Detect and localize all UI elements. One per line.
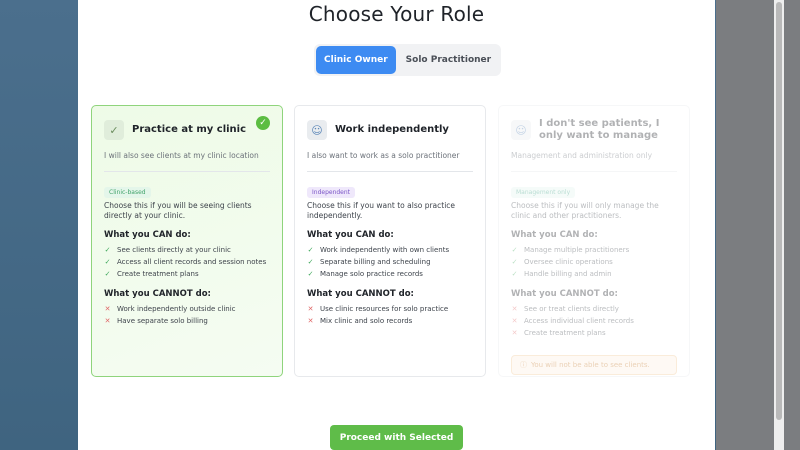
role-modal: Choose Your Role Clinic Owner Solo Pract… <box>78 0 715 450</box>
role-card-management-only: ☺ I don't see patients, I only want to m… <box>498 105 690 377</box>
card-description: I will also see clients at my clinic loc… <box>104 151 259 160</box>
proceed-button[interactable]: Proceed with Selected <box>330 425 463 450</box>
cannot-item: ✕ Work independently outside clinic <box>104 305 236 313</box>
cannot-item: ✕ Access individual client records <box>511 317 634 325</box>
check-mark-icon: ✓ <box>511 270 518 278</box>
check-icon: ✓ <box>104 120 124 140</box>
can-title: What you CAN do: <box>307 230 394 240</box>
cannot-title: What you CANNOT do: <box>104 289 211 299</box>
can-item: ✓ See clients directly at your clinic <box>104 246 231 254</box>
toggle-solo-practitioner[interactable]: Solo Practitioner <box>398 46 499 74</box>
check-mark-icon: ✓ <box>307 246 314 254</box>
can-title: What you CAN do: <box>511 230 598 240</box>
x-mark-icon: ✕ <box>307 317 314 325</box>
cannot-title: What you CANNOT do: <box>511 289 618 299</box>
can-item: ✓ Create treatment plans <box>104 270 199 278</box>
role-toggle: Clinic Owner Solo Practitioner <box>314 44 502 76</box>
can-item: ✓ Oversee clinic operations <box>511 258 613 266</box>
cannot-title: What you CANNOT do: <box>307 289 414 299</box>
cannot-item: ✕ Mix clinic and solo records <box>307 317 413 325</box>
can-item: ✓ Access all client records and session n… <box>104 258 267 266</box>
user-icon: ☺ <box>307 120 327 140</box>
check-mark-icon: ✓ <box>307 270 314 278</box>
role-card-practice-at-clinic[interactable]: ✓ ✓ Practice at my clinic I will also se… <box>91 105 283 377</box>
can-item: ✓ Work independently with own clients <box>307 246 450 254</box>
check-mark-icon: ✓ <box>104 270 111 278</box>
users-icon: ☺ <box>511 120 531 140</box>
backdrop-right <box>716 0 800 450</box>
check-mark-icon: ✓ <box>511 246 518 254</box>
card-choose-text: Choose this if you will be seeing client… <box>104 201 252 220</box>
status-badge: Independent <box>307 187 356 198</box>
warning-banner: ⓘ You will not be able to see clients. <box>511 355 677 375</box>
card-title: I don't see patients, I only want to man… <box>539 118 660 141</box>
check-mark-icon: ✓ <box>104 258 111 266</box>
card-title: Practice at my clinic <box>132 124 247 135</box>
scrollbar[interactable] <box>774 0 784 450</box>
warning-text: You will not be able to see clients. <box>531 361 650 369</box>
x-mark-icon: ✕ <box>104 317 111 325</box>
divider <box>307 171 473 172</box>
x-mark-icon: ✕ <box>104 305 111 313</box>
card-choose-text: Choose this if you want to also practice… <box>307 201 456 220</box>
cannot-item: ✕ See or treat clients directly <box>511 305 619 313</box>
page-title: Choose Your Role <box>308 2 485 26</box>
status-badge: Clinic-based <box>104 187 151 198</box>
card-title: Work independently <box>335 124 449 135</box>
divider <box>511 171 677 172</box>
x-mark-icon: ✕ <box>511 317 518 325</box>
card-description: Management and administration only <box>511 151 653 160</box>
cannot-item: ✕ Have separate solo billing <box>104 317 208 325</box>
check-mark-icon: ✓ <box>104 246 111 254</box>
card-choose-text: Choose this if you will only manage the … <box>511 201 659 220</box>
scrollbar-thumb[interactable] <box>776 2 782 420</box>
cannot-item: ✕ Create treatment plans <box>511 329 606 337</box>
x-mark-icon: ✕ <box>511 329 518 337</box>
info-icon: ⓘ <box>520 361 527 369</box>
selected-check-icon: ✓ <box>256 116 270 130</box>
x-mark-icon: ✕ <box>511 305 518 313</box>
can-item: ✓ Handle billing and admin <box>511 270 612 278</box>
status-badge: Management only <box>511 187 576 198</box>
role-card-work-independently[interactable]: ☺ Work independently I also want to work… <box>294 105 486 377</box>
check-mark-icon: ✓ <box>511 258 518 266</box>
toggle-clinic-owner[interactable]: Clinic Owner <box>316 46 396 74</box>
can-title: What you CAN do: <box>104 230 191 240</box>
x-mark-icon: ✕ <box>307 305 314 313</box>
can-item: ✓ Manage solo practice records <box>307 270 423 278</box>
divider <box>104 171 270 172</box>
check-mark-icon: ✓ <box>307 258 314 266</box>
can-item: ✓ Manage multiple practitioners <box>511 246 630 254</box>
can-item: ✓ Separate billing and scheduling <box>307 258 431 266</box>
card-description: I also want to work as a solo practition… <box>307 151 460 160</box>
cannot-item: ✕ Use clinic resources for solo practice <box>307 305 449 313</box>
